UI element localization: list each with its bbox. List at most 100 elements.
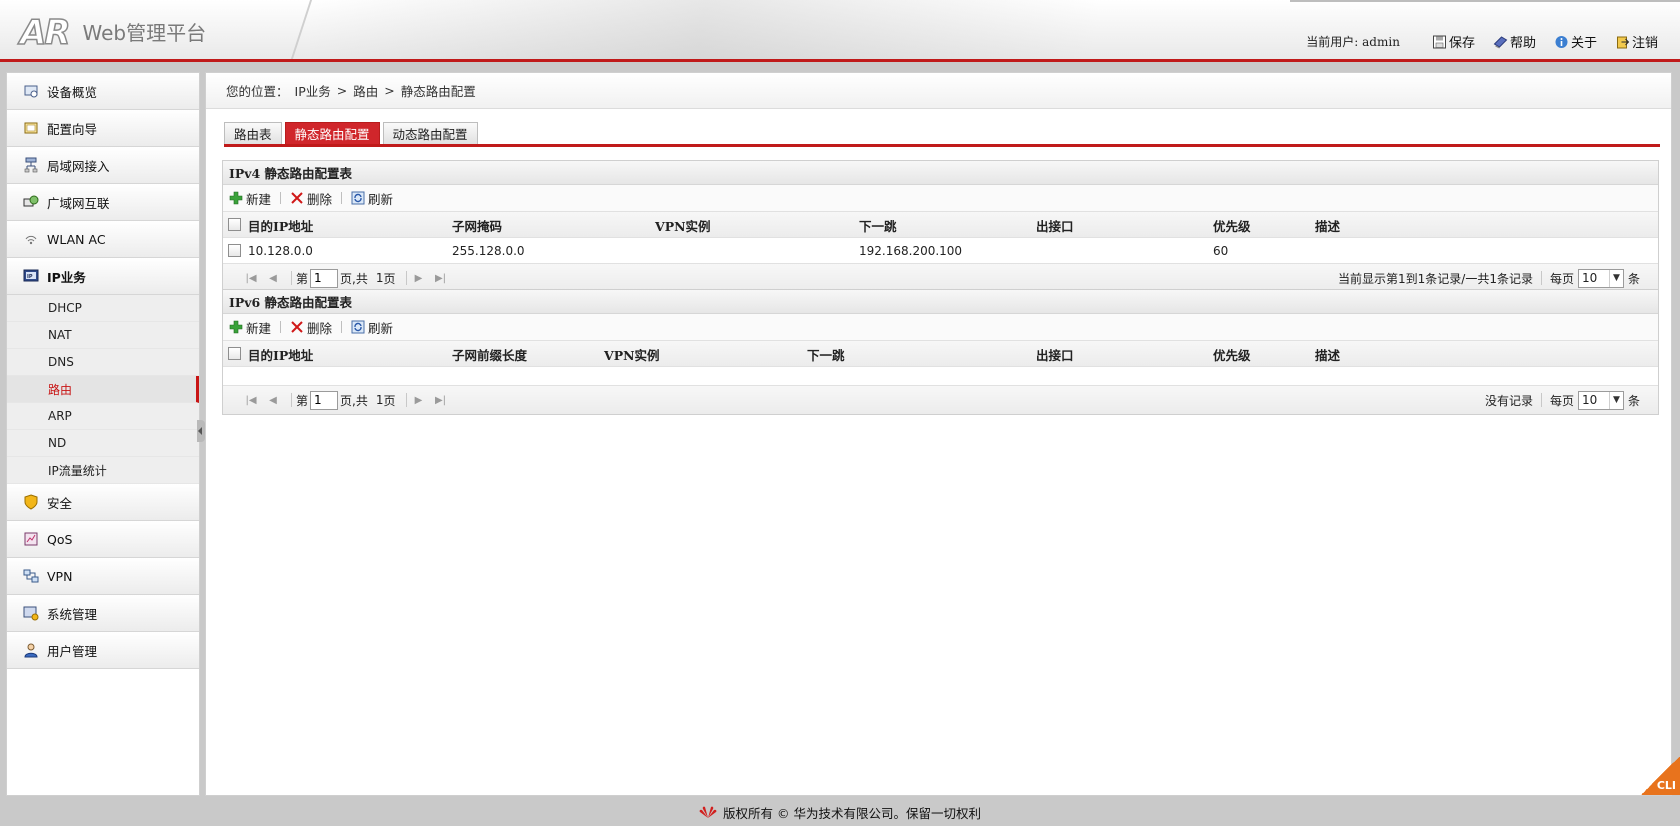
app-title: Web管理平台 bbox=[82, 21, 207, 45]
sidebar-item-lan[interactable]: 局域网接入 bbox=[7, 147, 199, 184]
per-page-select[interactable]: 10 ▼ bbox=[1577, 268, 1624, 288]
per-page-select[interactable]: 10 ▼ bbox=[1577, 390, 1624, 410]
sidebar-item-user-mgmt[interactable]: 用户管理 bbox=[7, 632, 199, 669]
sidebar-subitem-nat[interactable]: NAT bbox=[7, 322, 199, 349]
next-page-icon[interactable]: ▶ bbox=[411, 393, 427, 407]
logout-label: 注销 bbox=[1631, 36, 1658, 51]
tab-static-route[interactable]: 静态路由配置 bbox=[284, 122, 380, 144]
sidebar-item-vpn[interactable]: VPN bbox=[7, 558, 199, 595]
page-prefix: 第 bbox=[296, 393, 309, 408]
sidebar-item-wlan-ac[interactable]: WLAN AC bbox=[7, 221, 199, 258]
help-label: 帮助 bbox=[1509, 36, 1536, 51]
cell-priority: 60 bbox=[1213, 244, 1229, 258]
save-link[interactable]: 保存 bbox=[1432, 32, 1475, 51]
ipv4-new-button[interactable]: 新建 bbox=[229, 189, 271, 208]
page-unit: 页 bbox=[383, 271, 396, 286]
ipv4-refresh-button[interactable]: 刷新 bbox=[351, 189, 393, 208]
svg-text:IP: IP bbox=[27, 274, 33, 280]
ipv6-pager: |◀ ◀ 第 页,共 1 页 ▶ ▶| 没有记录 每页 10 ▼ 条 bbox=[223, 386, 1658, 414]
record-summary: 当前显示第1到1条记录/一共1条记录 bbox=[1338, 271, 1533, 286]
user-icon bbox=[24, 643, 38, 658]
column-header-description: 描述 bbox=[1315, 347, 1341, 363]
next-page-icon[interactable]: ▶ bbox=[411, 271, 427, 285]
sidebar-item-label: 用户管理 bbox=[47, 643, 98, 659]
ipv6-new-button[interactable]: 新建 bbox=[229, 318, 271, 337]
overview-icon bbox=[24, 85, 38, 98]
tab-dynamic-route[interactable]: 动态路由配置 bbox=[382, 122, 478, 144]
last-page-icon[interactable]: ▶| bbox=[433, 271, 449, 285]
ipv6-refresh-button[interactable]: 刷新 bbox=[351, 318, 393, 337]
sidebar-item-ip-service[interactable]: IP IP业务 bbox=[7, 258, 199, 295]
breadcrumb: 您的位置： IP业务 > 路由 > 静态路由配置 bbox=[206, 73, 1671, 109]
ipv6-toolbar: 新建 删除 刷新 bbox=[223, 314, 1658, 341]
delete-label: 删除 bbox=[307, 191, 333, 207]
cell-next-hop: 192.168.200.100 bbox=[859, 244, 963, 258]
toolbar-separator bbox=[341, 192, 343, 204]
last-page-icon[interactable]: ▶| bbox=[433, 393, 449, 407]
ip-service-icon: IP bbox=[23, 269, 39, 282]
info-icon bbox=[1555, 35, 1568, 48]
row-checkbox[interactable] bbox=[228, 244, 241, 257]
per-page-unit: 条 bbox=[1627, 393, 1640, 408]
prev-page-icon[interactable]: ◀ bbox=[265, 271, 281, 285]
select-all-checkbox[interactable] bbox=[228, 218, 241, 231]
sidebar-subitem-dhcp[interactable]: DHCP bbox=[7, 295, 199, 322]
chevron-down-icon: ▼ bbox=[1608, 391, 1623, 409]
page-number-input[interactable] bbox=[310, 268, 339, 288]
main-content: 您的位置： IP业务 > 路由 > 静态路由配置 路由表 静态路由配置 动态路由… bbox=[205, 72, 1672, 796]
sidebar-item-overview[interactable]: 设备概览 bbox=[7, 73, 199, 110]
page-suffix: 页,共 bbox=[340, 393, 368, 408]
delete-x-icon bbox=[291, 321, 303, 333]
total-pages: 1 bbox=[375, 393, 384, 407]
sidebar-item-qos[interactable]: QoS bbox=[7, 521, 199, 558]
sidebar-item-label: QoS bbox=[47, 531, 73, 547]
page-unit: 页 bbox=[383, 393, 396, 408]
sidebar-subitem-nd[interactable]: ND bbox=[7, 430, 199, 457]
sidebar-item-label: 局域网接入 bbox=[47, 158, 110, 174]
column-header-prefix-length: 子网前缀长度 bbox=[452, 347, 528, 363]
sidebar-item-security[interactable]: 安全 bbox=[7, 484, 199, 521]
page-number-input[interactable] bbox=[310, 390, 339, 410]
new-label: 新建 bbox=[246, 320, 272, 336]
first-page-icon[interactable]: |◀ bbox=[243, 271, 259, 285]
wizard-icon bbox=[24, 122, 38, 134]
table-row[interactable]: 10.128.0.0 255.128.0.0 192.168.200.100 6… bbox=[223, 238, 1658, 264]
sidebar-item-wan[interactable]: 广域网互联 bbox=[7, 184, 199, 221]
sidebar-subitem-dns[interactable]: DNS bbox=[7, 349, 199, 376]
current-user-label: 当前用户: admin bbox=[1306, 35, 1400, 49]
sidebar-item-system[interactable]: 系统管理 bbox=[7, 595, 199, 632]
about-label: 关于 bbox=[1570, 36, 1597, 51]
pager-separator bbox=[1540, 271, 1542, 285]
column-header-next-hop: 下一跳 bbox=[807, 347, 845, 363]
first-page-icon[interactable]: |◀ bbox=[243, 393, 259, 407]
prev-page-icon[interactable]: ◀ bbox=[265, 393, 281, 407]
column-header-out-interface: 出接口 bbox=[1036, 347, 1074, 363]
toolbar-separator bbox=[280, 321, 282, 333]
sidebar-subitem-arp[interactable]: ARP bbox=[7, 403, 199, 430]
help-link[interactable]: 帮助 bbox=[1493, 32, 1536, 51]
breadcrumb-level2: 路由 bbox=[353, 84, 379, 99]
per-page-value: 10 bbox=[1581, 393, 1598, 407]
wlan-icon bbox=[25, 235, 37, 245]
sidebar: 设备概览 配置向导 局域网接入 广域网互联 WLAN AC IP IP业务 DH… bbox=[6, 72, 200, 796]
sidebar-collapse-handle[interactable] bbox=[197, 420, 205, 442]
sidebar-subitem-ip-traffic[interactable]: IP流量统计 bbox=[7, 457, 199, 484]
ipv6-static-route-panel: IPv6 静态路由配置表 新建 删除 刷新 目的IP地址 子网前缀长度 VPN实… bbox=[222, 289, 1659, 415]
about-link[interactable]: 关于 bbox=[1554, 32, 1597, 51]
cli-button[interactable]: CLI bbox=[1640, 757, 1680, 795]
logout-link[interactable]: 注销 bbox=[1615, 32, 1658, 51]
pager-separator bbox=[405, 271, 407, 285]
ipv4-delete-button[interactable]: 删除 bbox=[290, 189, 332, 208]
pager-separator bbox=[405, 393, 407, 407]
new-label: 新建 bbox=[246, 191, 272, 207]
select-all-checkbox[interactable] bbox=[228, 347, 241, 360]
ipv4-table-header: 目的IP地址 子网掩码 VPN实例 下一跳 出接口 优先级 描述 bbox=[223, 212, 1658, 238]
sidebar-subitem-route[interactable]: 路由 bbox=[7, 376, 199, 403]
ipv6-delete-button[interactable]: 删除 bbox=[290, 318, 332, 337]
sidebar-item-wizard[interactable]: 配置向导 bbox=[7, 110, 199, 147]
tab-route-table[interactable]: 路由表 bbox=[224, 122, 282, 144]
huawei-logo-icon bbox=[699, 806, 717, 818]
column-header-description: 描述 bbox=[1315, 218, 1341, 234]
page-prefix: 第 bbox=[296, 271, 309, 286]
logo: AR Web管理平台 bbox=[19, 15, 207, 51]
